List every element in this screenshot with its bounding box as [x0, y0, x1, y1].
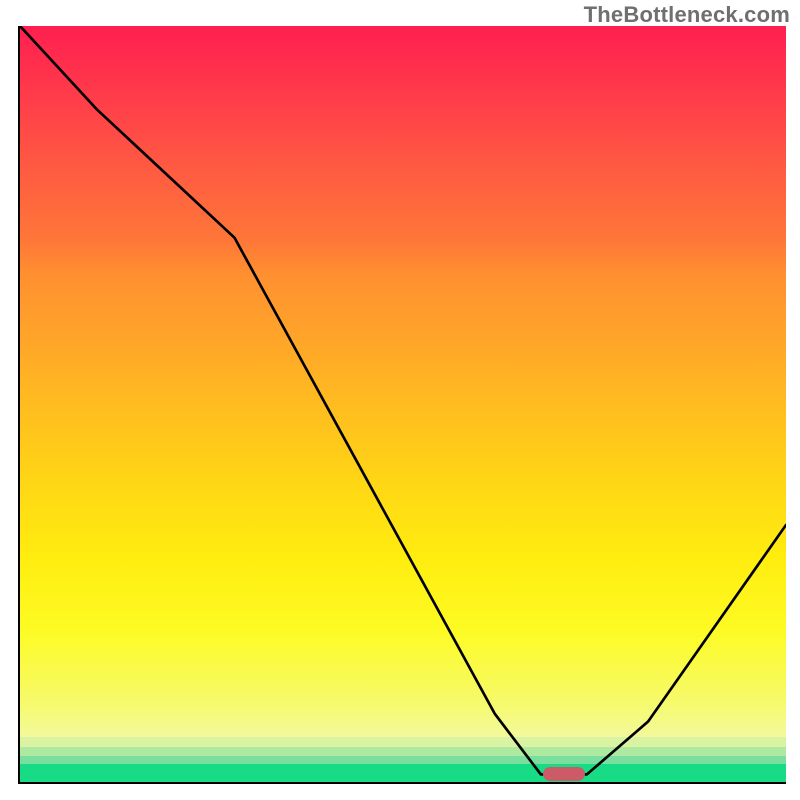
- bottleneck-curve: [20, 26, 786, 782]
- plot-area: [18, 26, 786, 784]
- optimum-marker: [543, 767, 585, 781]
- curve-path: [20, 26, 786, 774]
- watermark-text: TheBottleneck.com: [584, 2, 790, 28]
- chart-frame: TheBottleneck.com: [0, 0, 800, 800]
